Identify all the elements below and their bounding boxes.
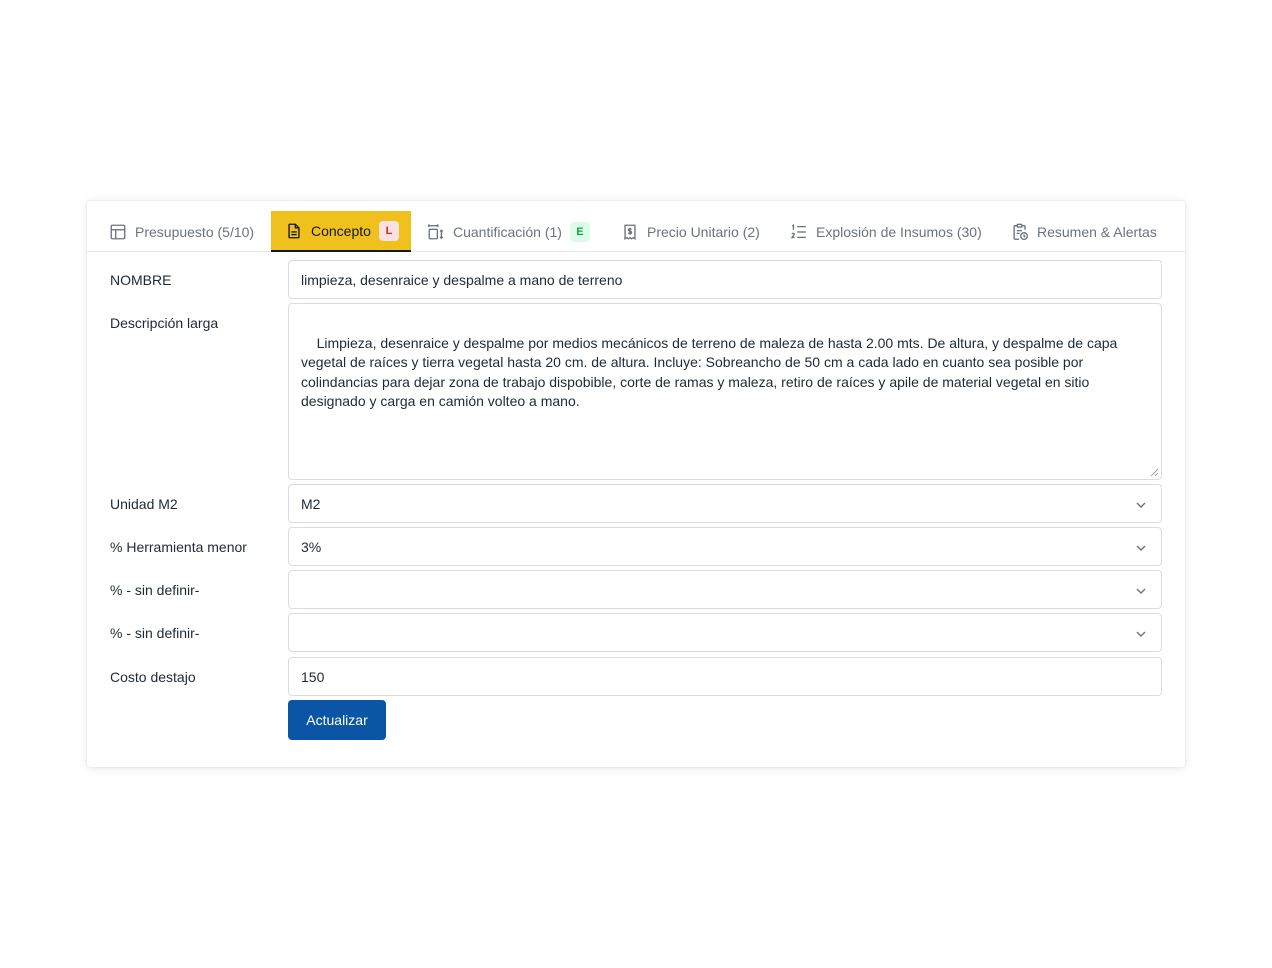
table-icon (110, 224, 126, 239)
chevron-down-icon (1136, 631, 1146, 637)
unidad-label: Unidad M2 (110, 496, 178, 512)
tab-label: Concepto (311, 222, 371, 239)
resize-handle-icon[interactable] (1149, 467, 1159, 477)
tab-resumen-alertas[interactable]: Resumen & Alertas (999, 211, 1169, 252)
tab-presupuesto[interactable]: Presupuesto (5/10) (97, 211, 266, 252)
unidad-value: M2 (301, 495, 321, 512)
clipboard-clock-icon (1013, 223, 1029, 240)
chevron-down-icon (1136, 545, 1146, 551)
pct2-label: % - sin definir- (110, 625, 200, 641)
actualizar-button[interactable]: Actualizar (288, 700, 386, 740)
tab-bar: Presupuesto (5/10) Concepto L Cuantifica… (87, 211, 1185, 252)
numbered-list-icon (790, 223, 806, 238)
herramienta-value: 3% (301, 538, 322, 555)
descripcion-text: Limpieza, desenraice y despalme por medi… (301, 334, 1122, 410)
unidad-select[interactable]: M2 (288, 484, 1162, 523)
tab-cuantificacion[interactable]: Cuantificación (1) E (415, 211, 602, 252)
receipt-dollar-icon (624, 224, 636, 240)
chevron-down-icon (1136, 588, 1146, 594)
pct1-select[interactable] (288, 570, 1162, 609)
tab-label: Precio Unitario (2) (647, 223, 760, 240)
pct2-select[interactable] (288, 613, 1162, 652)
costo-input[interactable]: 150 (288, 657, 1162, 696)
status-badge: E (569, 221, 590, 242)
costo-label: Costo destajo (110, 669, 196, 685)
quantify-icon (428, 223, 444, 239)
descripcion-textarea[interactable]: Limpieza, desenraice y despalme por medi… (288, 303, 1162, 480)
nombre-input[interactable]: limpieza, desenraice y despalme a mano d… (288, 260, 1162, 299)
tab-label: Resumen & Alertas (1037, 223, 1157, 240)
pct1-label: % - sin definir- (110, 582, 200, 598)
document-icon (288, 223, 300, 238)
herramienta-select[interactable]: 3% (288, 527, 1162, 566)
tab-label: Cuantificación (1) (453, 223, 562, 240)
nombre-label: NOMBRE (110, 272, 172, 288)
chevron-down-icon (1136, 502, 1146, 508)
tab-label: Presupuesto (5/10) (135, 223, 255, 240)
concept-card: Presupuesto (5/10) Concepto L Cuantifica… (87, 201, 1185, 767)
status-badge: L (378, 220, 399, 241)
descripcion-label: Descripción larga (110, 315, 219, 331)
tab-explosion-insumos[interactable]: Explosión de Insumos (30) (778, 211, 994, 252)
tab-label: Explosión de Insumos (30) (816, 223, 982, 240)
herramienta-label: % Herramienta menor (110, 539, 247, 555)
tab-precio-unitario[interactable]: Precio Unitario (2) (609, 211, 772, 252)
tab-concepto[interactable]: Concepto L (271, 211, 411, 252)
